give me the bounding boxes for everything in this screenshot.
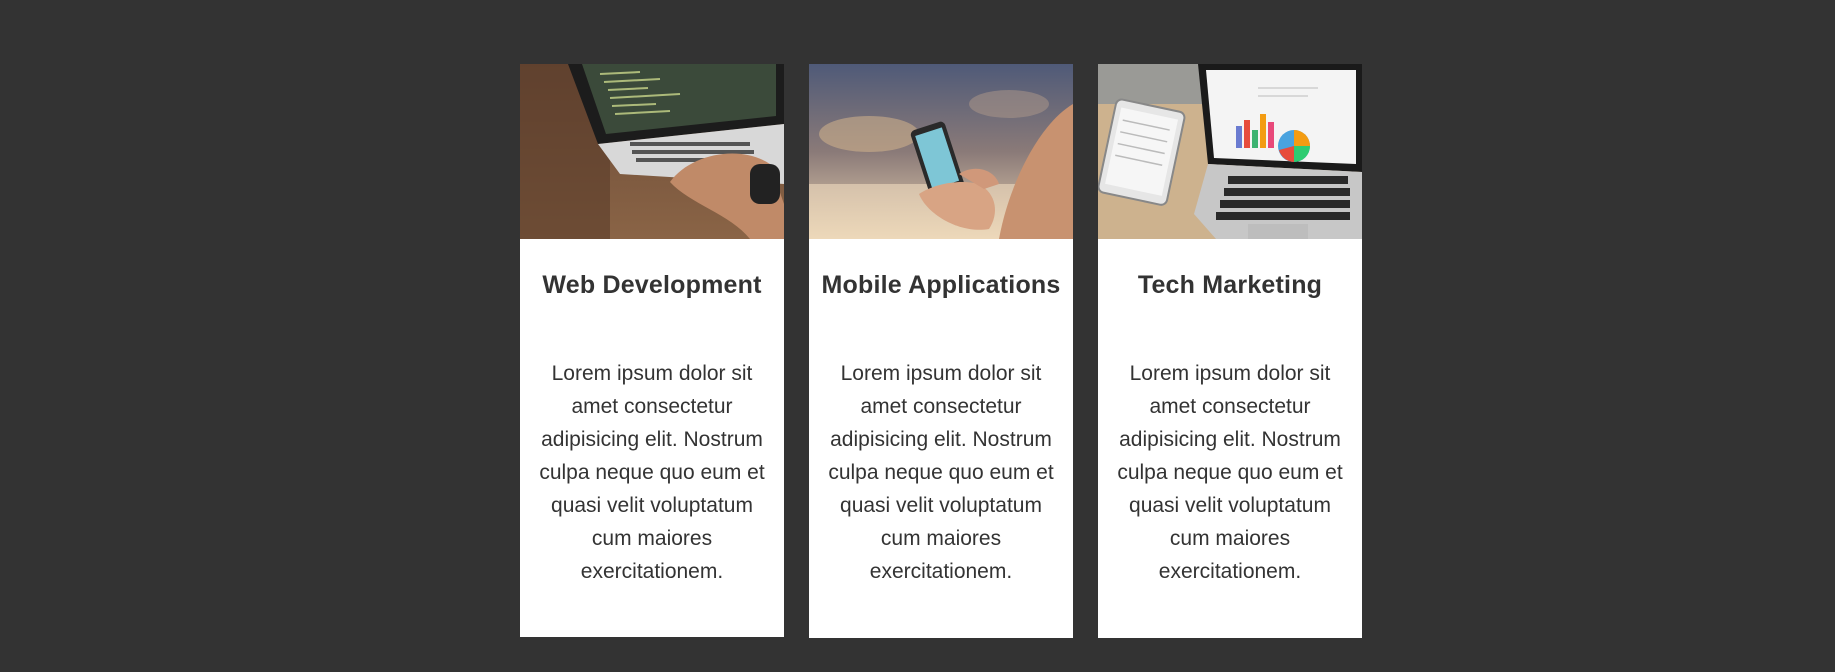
card-title: Mobile Applications xyxy=(821,271,1061,299)
card-text: Lorem ipsum dolor sit amet consectetur a… xyxy=(1117,362,1343,583)
service-card-mobile-applications: Mobile Applications Lorem ipsum dolor si… xyxy=(809,64,1073,638)
service-card-web-development: Web Development Lorem ipsum dolor sit am… xyxy=(520,64,784,637)
smartphone-hand-photo xyxy=(809,64,1073,239)
card-title: Web Development xyxy=(542,271,762,299)
card-text: Lorem ipsum dolor sit amet consectetur a… xyxy=(828,362,1054,583)
laptop-code-photo xyxy=(520,64,784,239)
card-title: Tech Marketing xyxy=(1137,271,1323,299)
card-text: Lorem ipsum dolor sit amet consectetur a… xyxy=(539,362,765,583)
service-card-tech-marketing: Tech Marketing Lorem ipsum dolor sit ame… xyxy=(1098,64,1362,638)
laptop-charts-photo xyxy=(1098,64,1362,239)
